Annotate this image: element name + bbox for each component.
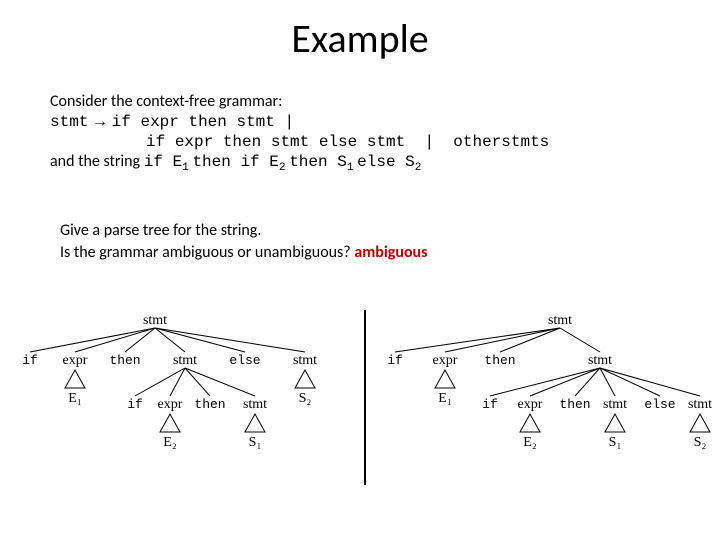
node-then: then	[559, 397, 590, 412]
question-2-answer: ambiguous	[354, 243, 427, 262]
grammar-block: Consider the context-free grammar: stmt …	[50, 92, 549, 175]
node-then: then	[194, 397, 225, 412]
node-if: if	[127, 397, 143, 412]
grammar-string-part1: if E	[144, 153, 182, 171]
page-title: Example	[0, 0, 720, 69]
node-stmt: stmt	[603, 397, 627, 412]
parse-trees: stmt if expr then stmt else stmt E₁ S₂	[10, 310, 710, 510]
grammar-string-intro: and the string	[50, 152, 144, 171]
leaf-s2: S₂	[694, 435, 707, 450]
leaf-s1: S₁	[249, 435, 262, 450]
node-expr: expr	[158, 397, 183, 412]
grammar-string-part2: then if E	[192, 153, 278, 171]
leaf-s2: S₂	[299, 391, 312, 406]
node-if: if	[22, 353, 38, 368]
grammar-string-sub2: 2	[279, 162, 286, 174]
grammar-string-sub1: 1	[182, 162, 189, 174]
leaf-e1: E₁	[438, 391, 451, 406]
node-stmt: stmt	[588, 353, 612, 368]
grammar-string-sub3: 1	[347, 162, 354, 174]
node-expr: expr	[433, 353, 458, 368]
node-stmt: stmt	[143, 313, 167, 328]
node-else: else	[229, 353, 260, 368]
node-stmt: stmt	[548, 313, 572, 328]
grammar-intro: Consider the context-free grammar:	[50, 92, 549, 112]
node-stmt: stmt	[243, 397, 267, 412]
node-else: else	[644, 397, 675, 412]
node-expr: expr	[518, 397, 543, 412]
parse-tree-left: stmt if expr then stmt else stmt E₁ S₂	[10, 310, 355, 500]
node-then: then	[109, 353, 140, 368]
node-then: then	[484, 353, 515, 368]
node-if: if	[387, 353, 403, 368]
grammar-prod-2: if expr then stmt else stmt | otherstmts	[50, 132, 549, 152]
node-expr: expr	[63, 353, 88, 368]
leaf-e1: E₁	[68, 391, 81, 406]
question-1: Give a parse tree for the string.	[60, 220, 428, 242]
node-stmt: stmt	[688, 397, 712, 412]
slide: Example Consider the context-free gramma…	[0, 0, 720, 540]
leaf-s1: S₁	[609, 435, 622, 450]
leaf-e2: E₂	[523, 435, 537, 450]
arrow-icon: →	[92, 113, 108, 130]
grammar-prod-1: stmt → if expr then stmt |	[50, 112, 549, 132]
leaf-e2: E₂	[163, 435, 177, 450]
node-stmt: stmt	[173, 353, 197, 368]
grammar-rhs-1: if expr then stmt |	[112, 113, 294, 131]
tree-divider	[364, 310, 366, 485]
node-stmt: stmt	[293, 353, 317, 368]
grammar-string-part3: then S	[289, 153, 347, 171]
grammar-string: and the string if E1 then if E2 then S1 …	[50, 152, 549, 175]
questions-block: Give a parse tree for the string. Is the…	[60, 220, 428, 263]
question-2: Is the grammar ambiguous or unambiguous?…	[60, 242, 428, 264]
node-if: if	[482, 397, 498, 412]
grammar-lhs: stmt	[50, 113, 88, 131]
parse-tree-right: stmt if expr then stmt E₁ if expr then s…	[370, 310, 715, 500]
question-2-text: Is the grammar ambiguous or unambiguous?	[60, 243, 354, 262]
grammar-string-part4: else S	[357, 153, 415, 171]
grammar-string-sub4: 2	[415, 162, 422, 174]
